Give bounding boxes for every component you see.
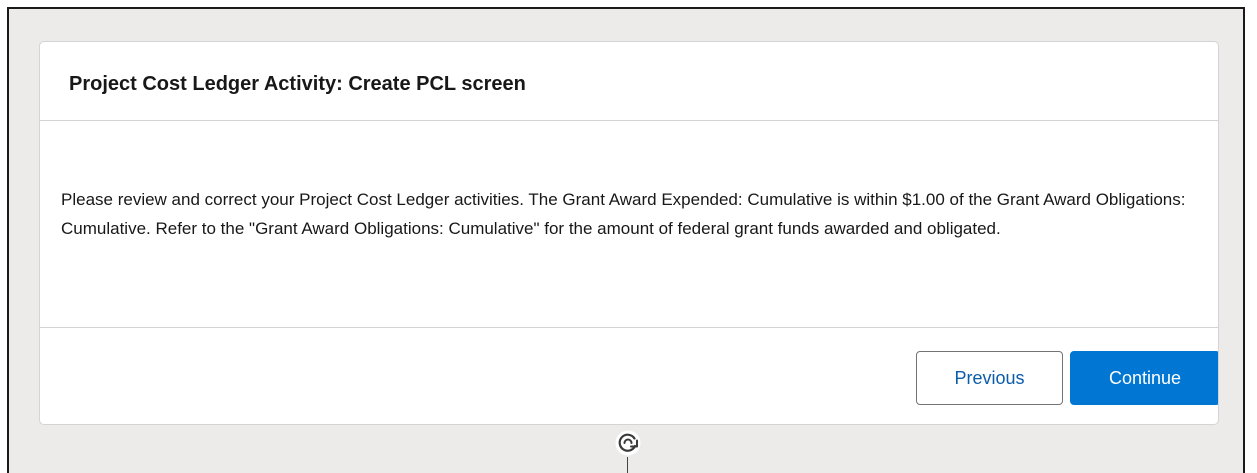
flow-connector-line [627,457,628,473]
previous-button[interactable]: Previous [916,351,1063,405]
flow-canvas: Project Cost Ledger Activity: Create PCL… [7,7,1245,473]
continue-button[interactable]: Continue [1070,351,1218,405]
modal-header: Project Cost Ledger Activity: Create PCL… [40,42,1218,121]
modal-footer: Previous Continue [40,328,1218,424]
modal-body: Please review and correct your Project C… [40,121,1218,328]
modal-title: Project Cost Ledger Activity: Create PCL… [69,73,526,95]
loop-arrow-icon[interactable] [614,429,642,457]
modal-message: Please review and correct your Project C… [61,190,1186,238]
screen-modal: Project Cost Ledger Activity: Create PCL… [39,41,1219,425]
